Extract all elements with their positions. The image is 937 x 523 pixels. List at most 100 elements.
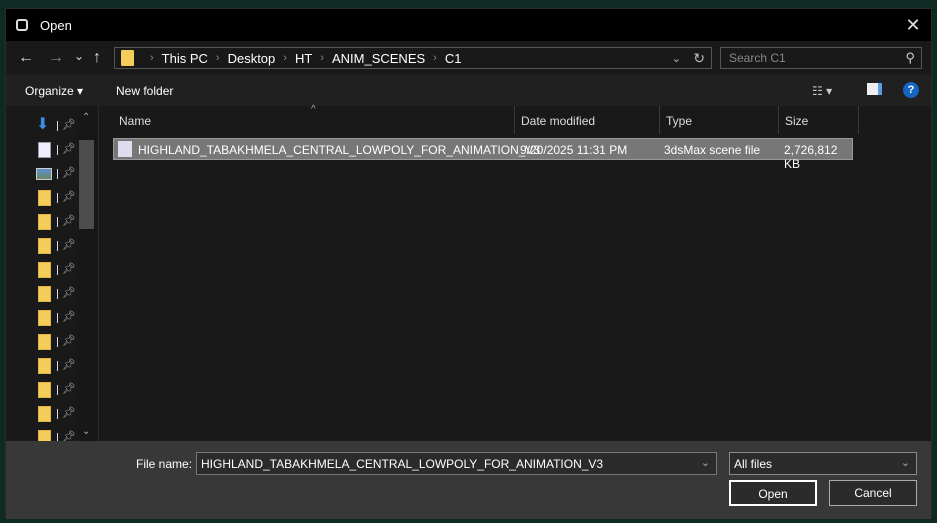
column-header-type[interactable]: Type [660, 106, 779, 134]
forward-button[interactable]: → [48, 49, 64, 67]
close-button[interactable]: ✕ [901, 13, 925, 37]
documents-icon [38, 142, 51, 158]
up-button[interactable]: ↑ [93, 49, 101, 67]
navigation-bar: ← → ⌄ ↑ › This PC › Desktop › HT › ANIM_SCEN… [6, 41, 931, 75]
chevron-down-icon[interactable]: ⌄ [672, 52, 681, 65]
navigation-pane: ⬇ 📌︎ 📌︎ 📌︎ 📌︎ 📌︎ 📌︎ 📌︎ 📌︎ 📌︎ 📌︎ 📌︎ 📌︎ 📌︎ 📌︎ ⌃ ⌄ [6, 106, 96, 446]
folder-icon [38, 262, 51, 278]
sidebar-item-pictures[interactable]: 📌︎ [36, 164, 78, 184]
folder-icon [38, 334, 51, 350]
help-icon[interactable]: ? [903, 82, 919, 98]
folder-icon [38, 238, 51, 254]
pictures-icon [36, 168, 52, 180]
address-bar[interactable]: › This PC › Desktop › HT › ANIM_SCENES › C1 ⌄… [114, 47, 712, 69]
folder-icon [38, 286, 51, 302]
file-date: 9/20/2025 11:31 PM [520, 143, 628, 157]
view-options-icon[interactable]: ☷ ▾ [812, 84, 832, 98]
truncated-label [57, 217, 58, 227]
file-name-value: HIGHLAND_TABAKHMELA_CENTRAL_LOWPOLY_FOR_… [201, 457, 604, 471]
pin-icon: 📌︎ [62, 215, 76, 227]
sidebar-item-folder[interactable]: 📌︎ [38, 260, 78, 280]
sidebar-item-folder[interactable]: 📌︎ [38, 356, 78, 376]
file-type-value: All files [734, 457, 773, 471]
sidebar-item-folder[interactable]: 📌︎ [38, 212, 78, 232]
folder-icon [38, 406, 51, 422]
file-list: ^ Name Date modified Type Size HIGHLAND_… [98, 104, 933, 441]
search-placeholder: Search C1 [729, 51, 786, 65]
pin-icon: 📌︎ [62, 407, 76, 419]
file-name-input[interactable]: HIGHLAND_TABAKHMELA_CENTRAL_LOWPOLY_FOR_… [196, 452, 717, 475]
sidebar-scrollbar[interactable]: ⌃ ⌄ [78, 106, 96, 441]
file-size: 2,726,812 KB [784, 143, 838, 171]
folder-icon [38, 358, 51, 374]
pin-icon: 📌︎ [62, 263, 76, 275]
sidebar-item-folder[interactable]: 📌︎ [38, 308, 78, 328]
file-type: 3dsMax scene file [664, 143, 761, 157]
search-input[interactable]: Search C1 ⚲ [720, 47, 922, 69]
breadcrumb-desktop[interactable]: Desktop [228, 51, 276, 66]
truncated-label [57, 145, 58, 155]
open-button[interactable]: Open [729, 480, 817, 506]
pin-icon: 📌︎ [62, 119, 76, 131]
bottom-panel: File name: HIGHLAND_TABAKHMELA_CENTRAL_L… [6, 441, 931, 519]
truncated-label [57, 337, 58, 347]
chevron-down-icon: ⌄ [900, 457, 910, 469]
folder-icon [121, 50, 134, 66]
open-dialog: Open ✕ ← → ⌄ ↑ › This PC › Desktop › HT › AN… [5, 8, 933, 519]
truncated-label [57, 289, 58, 299]
folder-icon [38, 214, 51, 230]
folder-icon [38, 382, 51, 398]
truncated-label [57, 409, 58, 419]
sidebar-item-folder[interactable]: 📌︎ [38, 380, 78, 400]
pin-icon: 📌︎ [62, 383, 76, 395]
truncated-label [57, 313, 58, 323]
chevron-down-icon[interactable]: ⌄ [701, 456, 710, 469]
file-name-label: File name: [136, 457, 193, 471]
sidebar-item-folder[interactable]: 📌︎ [38, 284, 78, 304]
column-header-size[interactable]: Size [779, 106, 859, 134]
pin-icon: 📌︎ [62, 167, 76, 179]
pin-icon: 📌︎ [62, 239, 76, 251]
preview-pane-icon[interactable] [867, 83, 882, 95]
truncated-label [57, 241, 58, 251]
folder-icon [38, 190, 51, 206]
sidebar-item-documents[interactable]: 📌︎ [38, 140, 78, 160]
truncated-label [57, 265, 58, 275]
pin-icon: 📌︎ [62, 335, 76, 347]
dialog-title: Open [40, 17, 72, 33]
truncated-label [57, 385, 58, 395]
downloads-icon: ⬇ [36, 116, 50, 133]
sidebar-item-folder[interactable]: 📌︎ [38, 332, 78, 352]
app-icon [16, 19, 28, 31]
breadcrumb-c1[interactable]: C1 [445, 51, 462, 66]
folder-icon [38, 310, 51, 326]
new-folder-button[interactable]: New folder [116, 84, 173, 98]
file-row[interactable]: HIGHLAND_TABAKHMELA_CENTRAL_LOWPOLY_FOR_… [113, 138, 853, 171]
breadcrumb-ht[interactable]: HT [295, 51, 312, 66]
toolbar: Organize ▾ New folder ☷ ▾ ? [6, 75, 931, 106]
scrollbar-thumb[interactable] [79, 140, 94, 229]
sidebar-item-folder[interactable]: 📌︎ [38, 188, 78, 208]
organize-button[interactable]: Organize ▾ [25, 84, 83, 98]
pin-icon: 📌︎ [62, 143, 76, 155]
column-header-date[interactable]: Date modified [515, 106, 660, 134]
pin-icon: 📌︎ [62, 191, 76, 203]
title-bar: Open ✕ [6, 9, 931, 41]
cancel-button[interactable]: Cancel [829, 480, 917, 506]
pin-icon: 📌︎ [62, 311, 76, 323]
back-button[interactable]: ← [18, 49, 34, 67]
sidebar-item-folder[interactable]: 📌︎ [38, 404, 78, 424]
sidebar-item-downloads[interactable]: ⬇ 📌︎ [36, 116, 78, 136]
file-type-select[interactable]: All files ⌄ [729, 452, 917, 475]
breadcrumb-anim-scenes[interactable]: ANIM_SCENES [332, 51, 425, 66]
truncated-label [57, 361, 58, 371]
recent-locations-button[interactable]: ⌄ [74, 49, 84, 63]
pin-icon: 📌︎ [62, 359, 76, 371]
sidebar-item-folder[interactable]: 📌︎ [38, 236, 78, 256]
refresh-icon[interactable]: ↻ [693, 50, 705, 67]
truncated-label [57, 193, 58, 203]
breadcrumb-this-pc[interactable]: This PC [162, 51, 208, 66]
pin-icon: 📌︎ [62, 287, 76, 299]
truncated-label [57, 121, 58, 131]
column-header-name[interactable]: Name [113, 106, 515, 134]
